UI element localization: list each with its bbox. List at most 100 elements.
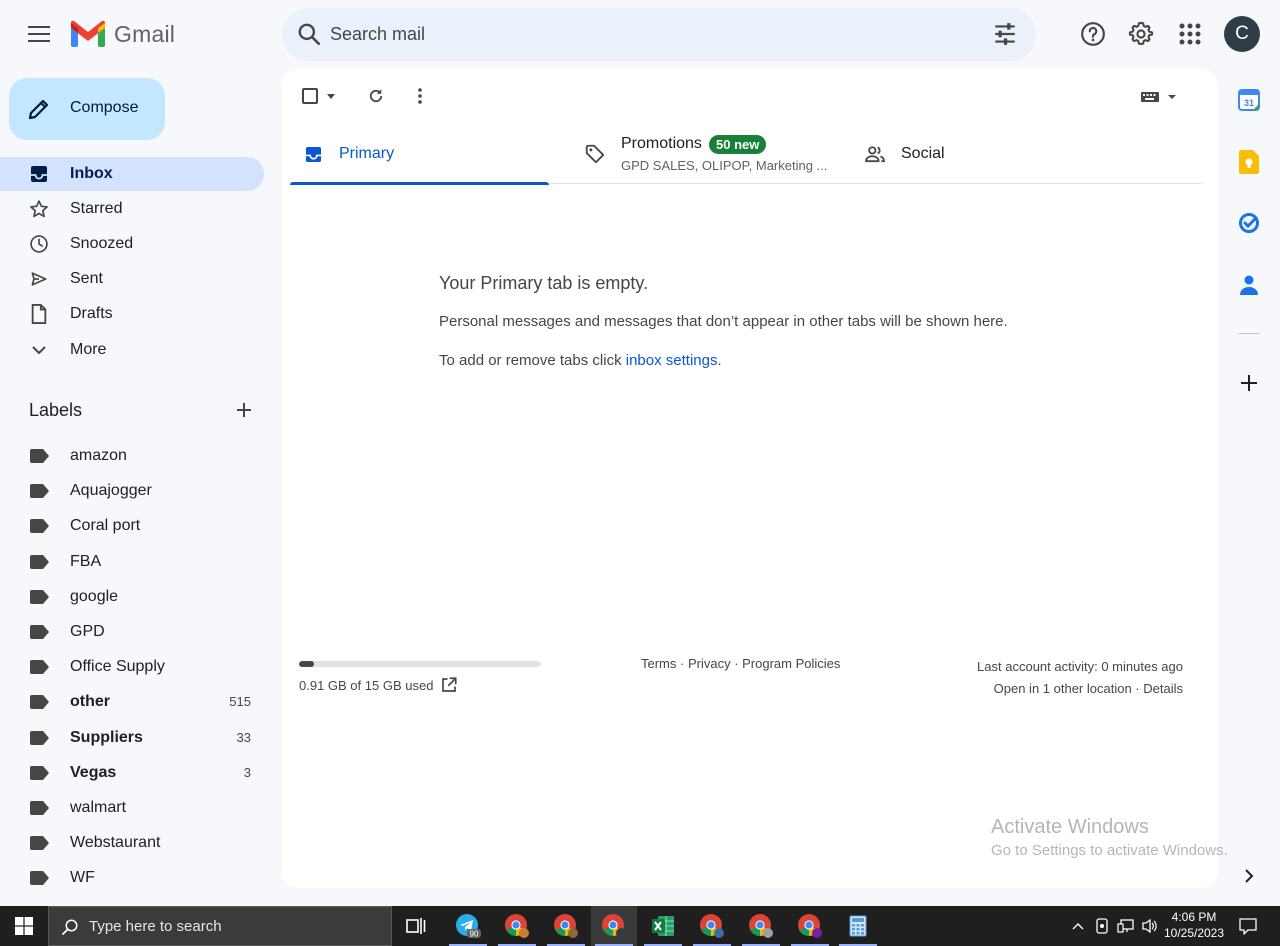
manage-storage-button[interactable] bbox=[440, 676, 458, 694]
label-item[interactable]: amazon bbox=[0, 440, 264, 472]
compose-label: Compose bbox=[70, 99, 139, 116]
keep-app-button[interactable] bbox=[1235, 148, 1263, 176]
nav-item-label: Inbox bbox=[70, 165, 113, 182]
taskbar-excel[interactable] bbox=[640, 906, 686, 946]
calendar-icon: 31 bbox=[1238, 89, 1260, 111]
search-options-icon[interactable] bbox=[992, 21, 1018, 47]
activity-details-link[interactable]: Details bbox=[1143, 681, 1183, 696]
taskbar-chrome-5[interactable] bbox=[738, 906, 784, 946]
avatar-letter: C bbox=[1235, 23, 1249, 44]
task-view-icon bbox=[406, 918, 426, 934]
label-item[interactable]: Wholesale pricing bbox=[0, 898, 264, 903]
category-tabs: Primary Promotions 50 new GPD SALES, OLI… bbox=[290, 124, 1202, 185]
label-item[interactable]: walmart bbox=[0, 792, 264, 824]
contacts-app-button[interactable] bbox=[1235, 271, 1263, 299]
tab-social[interactable]: Social bbox=[852, 124, 1052, 184]
tab-promotions[interactable]: Promotions 50 new GPD SALES, OLIPOP, Mar… bbox=[572, 124, 832, 184]
label-item[interactable]: other 515 bbox=[0, 686, 264, 718]
taskbar-chrome-3[interactable] bbox=[591, 906, 637, 946]
chrome-icon bbox=[602, 914, 626, 938]
label-name: Webstaurant bbox=[70, 834, 161, 852]
tab-senders-preview: GPD SALES, OLIPOP, Marketing ... bbox=[621, 158, 828, 173]
label-item[interactable]: Office Supply bbox=[0, 651, 264, 683]
tasks-app-button[interactable] bbox=[1235, 209, 1263, 237]
taskbar-search-box[interactable]: Type here to search bbox=[48, 906, 392, 946]
storage-usage-text: 0.91 GB of 15 GB used bbox=[299, 678, 434, 693]
program-policies-link[interactable]: Program Policies bbox=[742, 656, 840, 671]
search-icon bbox=[61, 919, 78, 936]
refresh-button[interactable] bbox=[364, 84, 388, 108]
help-icon bbox=[1081, 22, 1105, 46]
chevron-up-icon bbox=[1072, 923, 1084, 930]
search-icon[interactable] bbox=[296, 21, 322, 47]
telegram-icon: 90 bbox=[456, 914, 481, 939]
main-panel: Primary Promotions 50 new GPD SALES, OLI… bbox=[282, 69, 1218, 888]
label-item[interactable]: FBA bbox=[0, 546, 264, 578]
label-item[interactable]: Vegas 3 bbox=[0, 757, 264, 789]
nav-item-label: More bbox=[70, 341, 107, 358]
tab-primary[interactable]: Primary bbox=[290, 124, 549, 185]
settings-button[interactable] bbox=[1126, 19, 1156, 49]
compose-button[interactable]: Compose bbox=[9, 78, 165, 140]
nav-item-drafts[interactable]: Drafts bbox=[0, 297, 264, 331]
google-apps-button[interactable] bbox=[1175, 19, 1205, 49]
tab-label: Social bbox=[901, 145, 945, 162]
show-hidden-icons-button[interactable] bbox=[1068, 906, 1088, 946]
account-avatar[interactable]: C bbox=[1224, 16, 1260, 52]
taskbar-chrome-1[interactable] bbox=[494, 906, 540, 946]
select-all-checkbox[interactable] bbox=[302, 88, 318, 104]
taskbar-calculator[interactable] bbox=[835, 906, 881, 946]
start-button[interactable] bbox=[0, 906, 48, 946]
privacy-link[interactable]: Privacy bbox=[688, 656, 731, 671]
label-item[interactable]: Webstaurant bbox=[0, 827, 264, 859]
tray-network[interactable] bbox=[1116, 906, 1136, 946]
taskbar-chrome-4[interactable] bbox=[689, 906, 735, 946]
nav-item-sent[interactable]: Sent bbox=[0, 262, 264, 296]
search-input[interactable] bbox=[330, 20, 950, 48]
gmail-logo[interactable]: Gmail bbox=[70, 20, 175, 48]
label-item[interactable]: GPD bbox=[0, 616, 264, 648]
keep-icon bbox=[1239, 150, 1259, 174]
label-tag-icon bbox=[30, 871, 49, 886]
search-bar[interactable] bbox=[282, 8, 1036, 61]
calendar-app-button[interactable]: 31 bbox=[1235, 86, 1263, 114]
labels-list: amazon Aquajogger Coral port FBA google GPD Of… bbox=[0, 440, 280, 903]
send-icon bbox=[28, 269, 50, 289]
label-name: Coral port bbox=[70, 517, 141, 535]
nav-item-more[interactable]: More bbox=[0, 333, 264, 367]
taskbar-chrome-6[interactable] bbox=[787, 906, 833, 946]
task-view-button[interactable] bbox=[393, 906, 439, 946]
taskbar-clock[interactable]: 4:06 PM 10/25/2023 bbox=[1162, 909, 1226, 941]
main-menu-button[interactable] bbox=[24, 22, 54, 46]
label-item[interactable]: Suppliers 33 bbox=[0, 722, 264, 754]
nav-item-snoozed[interactable]: Snoozed bbox=[0, 227, 264, 261]
nav-item-starred[interactable]: Starred bbox=[0, 192, 264, 226]
label-item[interactable]: Aquajogger bbox=[0, 475, 264, 507]
separator: · bbox=[676, 656, 688, 671]
nav-item-inbox[interactable]: Inbox bbox=[0, 157, 264, 191]
taskbar-chrome-2[interactable] bbox=[543, 906, 589, 946]
draft-icon bbox=[28, 304, 50, 324]
action-center-button[interactable] bbox=[1232, 906, 1264, 946]
taskbar-telegram[interactable]: 90 bbox=[445, 906, 491, 946]
windows-taskbar: Type here to search 90 4:06 PM 10/25/202… bbox=[0, 906, 1280, 946]
label-item[interactable]: Coral port bbox=[0, 510, 264, 542]
support-button[interactable] bbox=[1078, 19, 1108, 49]
select-menu-caret[interactable] bbox=[327, 94, 335, 99]
people-icon bbox=[864, 143, 886, 165]
label-item[interactable]: WF bbox=[0, 862, 264, 894]
tray-onedrive[interactable] bbox=[1092, 906, 1112, 946]
get-addons-button[interactable] bbox=[1235, 369, 1263, 397]
more-vert-icon bbox=[418, 88, 422, 104]
terms-link[interactable]: Terms bbox=[641, 656, 676, 671]
input-tools-button[interactable] bbox=[1140, 90, 1180, 104]
more-options-button[interactable] bbox=[408, 84, 432, 108]
label-item[interactable]: google bbox=[0, 581, 264, 613]
taskbar-search-placeholder: Type here to search bbox=[89, 918, 222, 935]
clock-icon bbox=[28, 234, 50, 254]
show-side-panel-button[interactable] bbox=[1235, 862, 1263, 890]
inbox-settings-link[interactable]: inbox settings bbox=[626, 352, 718, 369]
create-label-button[interactable] bbox=[232, 398, 256, 422]
gear-icon bbox=[1128, 21, 1154, 45]
tray-volume[interactable] bbox=[1140, 906, 1160, 946]
